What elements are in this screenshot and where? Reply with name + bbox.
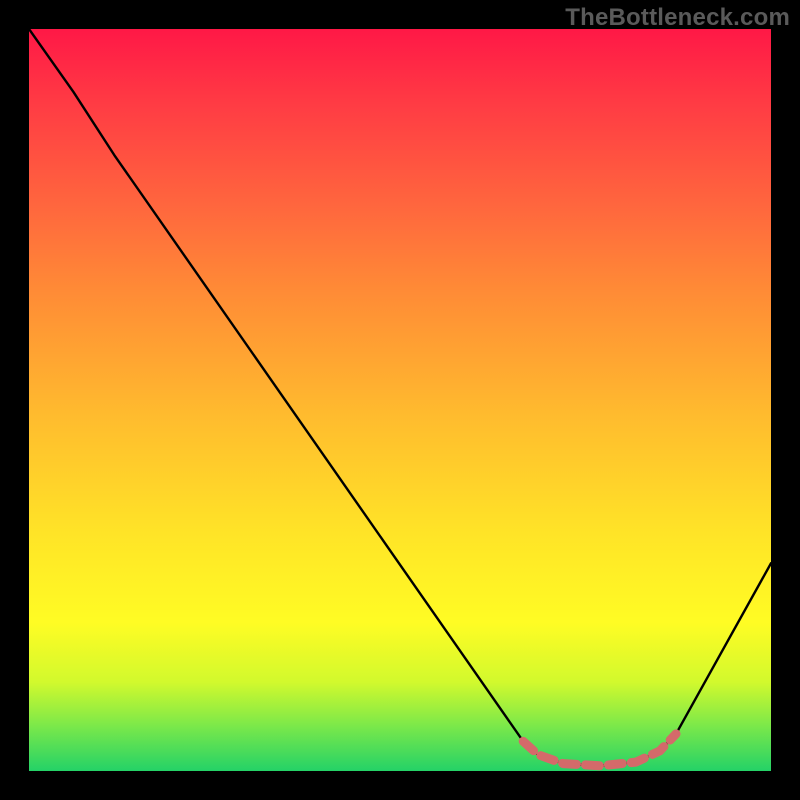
chart-frame: TheBottleneck.com [0,0,800,800]
curve-svg [29,29,771,771]
highlight-segment-path [523,734,676,766]
bottleneck-curve-path [29,29,771,766]
plot-area [29,29,771,771]
watermark-text: TheBottleneck.com [565,4,790,32]
